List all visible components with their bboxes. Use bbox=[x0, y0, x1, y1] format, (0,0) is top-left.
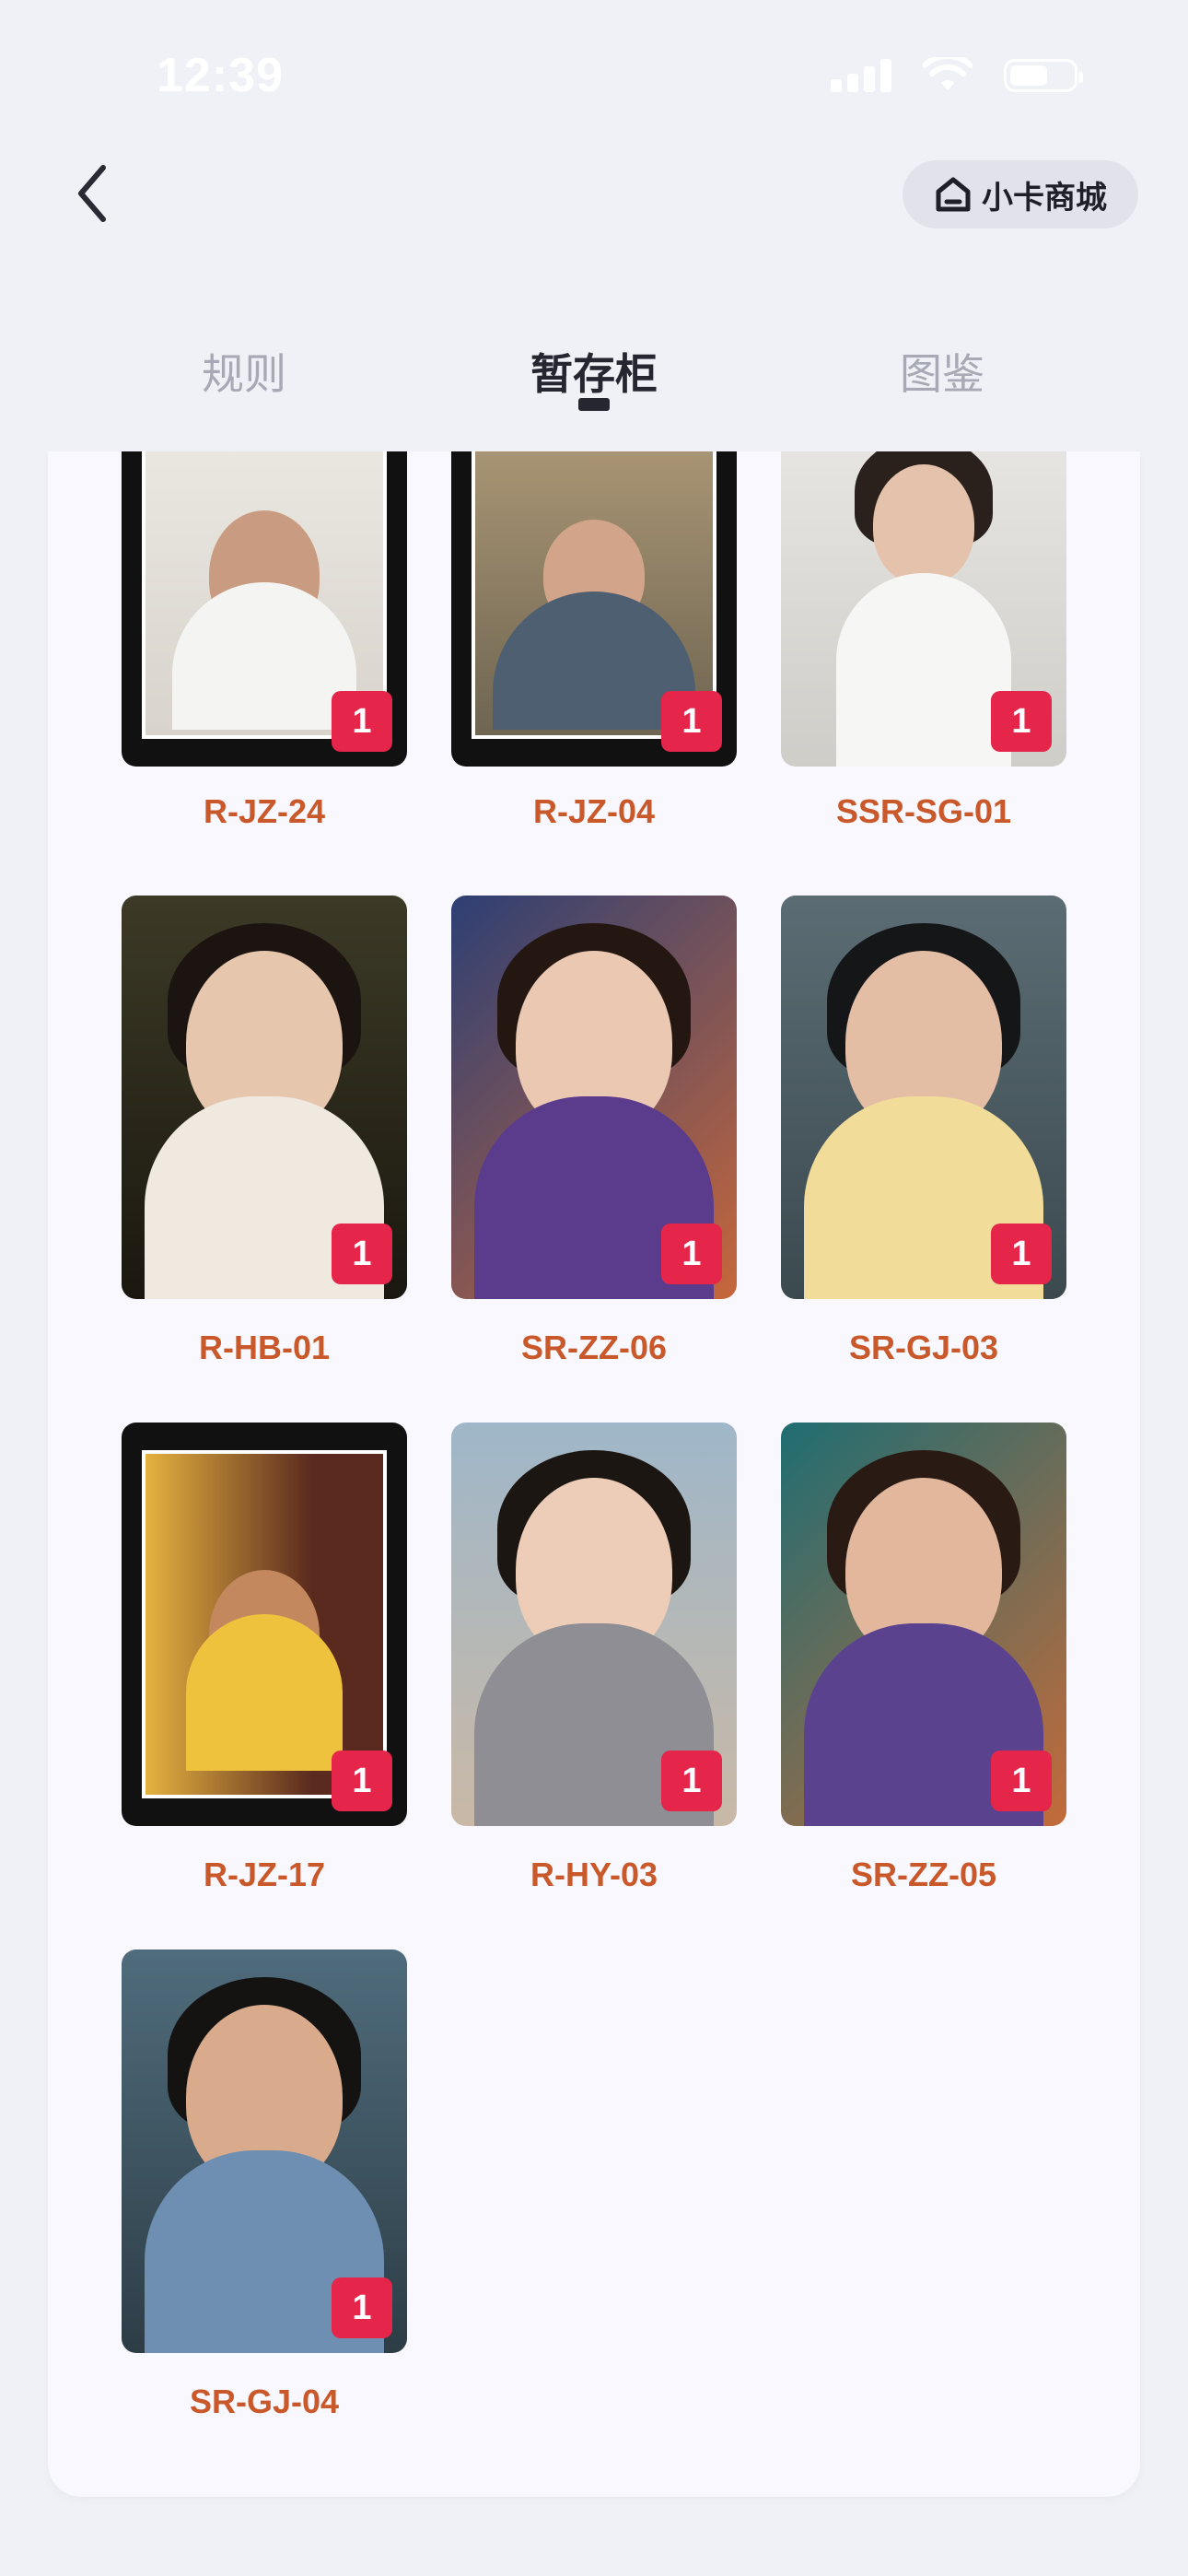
status-icons bbox=[831, 57, 1083, 94]
card-image: 1 bbox=[122, 1950, 407, 2353]
card-image: 1 bbox=[122, 1423, 407, 1826]
active-tab-indicator bbox=[578, 398, 610, 411]
card-code: R-JZ-04 bbox=[532, 792, 656, 830]
card-image: 1 bbox=[122, 451, 407, 767]
card-code: SR-GJ-03 bbox=[848, 1329, 999, 1366]
card-count-badge: 1 bbox=[991, 1751, 1052, 1811]
battery-icon bbox=[1004, 59, 1083, 92]
card-image: 1 bbox=[781, 1423, 1066, 1826]
card-count-badge: 1 bbox=[332, 2277, 392, 2338]
card-count-badge: 1 bbox=[661, 1224, 722, 1284]
card-code: SR-ZZ-06 bbox=[520, 1329, 667, 1366]
chevron-left-icon bbox=[78, 165, 106, 222]
card-count-badge: 1 bbox=[332, 1224, 392, 1284]
back-button[interactable] bbox=[64, 157, 120, 230]
card-count-badge: 1 bbox=[991, 691, 1052, 752]
card-image: 1 bbox=[451, 896, 737, 1299]
wifi-icon bbox=[923, 57, 973, 90]
card-code: SR-ZZ-05 bbox=[850, 1856, 996, 1893]
card-code: R-JZ-24 bbox=[203, 792, 326, 830]
tab-gallery[interactable]: 图鉴 bbox=[804, 341, 1080, 402]
storage-panel[interactable]: 1 R-JZ-24 1 R-JZ-04 1 SSR-SG-01 1 R-HB-0… bbox=[48, 451, 1140, 2497]
card-count-badge: 1 bbox=[332, 691, 392, 752]
card-code: R-HY-03 bbox=[530, 1856, 658, 1893]
card-image: 1 bbox=[122, 896, 407, 1299]
card-image: 1 bbox=[781, 451, 1066, 767]
tab-bar: 规则 暂存柜 图鉴 bbox=[0, 332, 1188, 433]
card-code: R-JZ-17 bbox=[203, 1856, 326, 1893]
cellular-signal-icon bbox=[831, 59, 891, 92]
card-image: 1 bbox=[451, 1423, 737, 1826]
status-bar: 12:39 bbox=[0, 0, 1188, 138]
card-code: R-HB-01 bbox=[198, 1329, 330, 1366]
card-image: 1 bbox=[451, 451, 737, 767]
card-count-badge: 1 bbox=[661, 1751, 722, 1811]
card-count-badge: 1 bbox=[661, 691, 722, 752]
card-image: 1 bbox=[781, 896, 1066, 1299]
status-time: 12:39 bbox=[157, 49, 284, 102]
home-icon bbox=[936, 177, 971, 212]
tab-storage[interactable]: 暂存柜 bbox=[456, 341, 732, 402]
card-code: SR-GJ-04 bbox=[189, 2383, 340, 2420]
card-count-badge: 1 bbox=[332, 1751, 392, 1811]
card-shop-button[interactable]: 小卡商城 bbox=[903, 160, 1138, 228]
card-shop-label: 小卡商城 bbox=[982, 179, 1107, 217]
card-count-badge: 1 bbox=[991, 1224, 1052, 1284]
tab-rules[interactable]: 规则 bbox=[106, 341, 382, 402]
card-code: SSR-SG-01 bbox=[835, 792, 1012, 830]
